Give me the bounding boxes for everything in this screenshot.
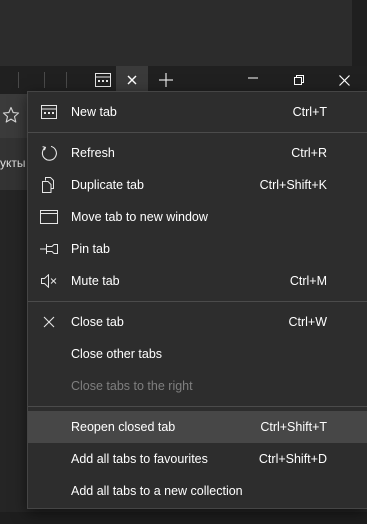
menu-item-close-other-tabs[interactable]: Close other tabs [28, 338, 367, 370]
tab-separator [44, 72, 45, 88]
restore-icon [294, 75, 304, 85]
refresh-icon [40, 144, 58, 162]
plus-icon [159, 73, 173, 87]
window-icon [40, 208, 58, 226]
window-close-button[interactable] [321, 66, 367, 94]
tab-actions-menu-button[interactable] [93, 70, 113, 90]
bottom-edge [0, 512, 367, 524]
menu-item-shortcut: Ctrl+Shift+T [260, 420, 327, 434]
pin-icon [40, 240, 58, 258]
menu-item-label: Close tabs to the right [71, 379, 193, 393]
window-edge [352, 0, 367, 66]
menu-item-label: Close other tabs [71, 347, 163, 361]
menu-item-label: Add all tabs to a new collection [71, 484, 243, 498]
star-icon [2, 106, 20, 124]
menu-item-shortcut: Ctrl+M [289, 274, 327, 288]
favourite-item-label[interactable]: укты [0, 156, 26, 170]
menu-item-close-tab[interactable]: Close tab Ctrl+W [28, 306, 367, 338]
menu-item-label: Refresh [71, 146, 115, 160]
menu-item-shortcut: Ctrl+W [288, 315, 327, 329]
menu-item-reopen-closed-tab[interactable]: Reopen closed tab Ctrl+Shift+T [28, 411, 367, 443]
menu-item-label: Reopen closed tab [71, 420, 176, 434]
menu-item-refresh[interactable]: Refresh Ctrl+R [28, 137, 367, 169]
menu-item-add-all-tabs-to-new-collection[interactable]: Add all tabs to a new collection [28, 475, 367, 507]
background-window [0, 0, 352, 66]
tab-context-menu: New tab Ctrl+T Refresh Ctrl+R Duplicate … [27, 91, 367, 509]
menu-item-shortcut: Ctrl+T [292, 105, 327, 119]
menu-item-pin-tab[interactable]: Pin tab [28, 233, 367, 265]
menu-item-label: Mute tab [71, 274, 120, 288]
menu-item-label: New tab [71, 105, 117, 119]
close-icon [40, 313, 58, 331]
menu-item-mute-tab[interactable]: Mute tab Ctrl+M [28, 265, 367, 297]
minimize-icon [248, 75, 258, 85]
favourite-button[interactable] [0, 104, 22, 126]
menu-item-label: Duplicate tab [71, 178, 144, 192]
new-tab-icon [40, 103, 58, 121]
menu-item-label: Add all tabs to favourites [71, 452, 208, 466]
tab-separator [18, 72, 19, 88]
menu-item-shortcut: Ctrl+Shift+K [259, 178, 327, 192]
menu-item-label: Pin tab [71, 242, 110, 256]
menu-item-duplicate-tab[interactable]: Duplicate tab Ctrl+Shift+K [28, 169, 367, 201]
menu-separator [28, 406, 367, 407]
menu-item-shortcut: Ctrl+R [291, 146, 327, 160]
close-window-icon [338, 74, 350, 86]
menu-item-shortcut: Ctrl+Shift+D [258, 452, 327, 466]
tab-actions-icon [95, 73, 111, 87]
duplicate-tab-icon [40, 176, 58, 194]
mute-icon [40, 272, 58, 290]
title-bar [0, 66, 367, 94]
menu-item-new-tab[interactable]: New tab Ctrl+T [28, 96, 367, 128]
menu-item-add-all-tabs-to-favourites[interactable]: Add all tabs to favourites Ctrl+Shift+D [28, 443, 367, 475]
minimize-button[interactable] [230, 66, 276, 94]
tab-separator [66, 72, 67, 88]
menu-item-move-tab-to-new-window[interactable]: Move tab to new window [28, 201, 367, 233]
close-tab-icon[interactable] [127, 75, 137, 85]
menu-item-label: Move tab to new window [71, 210, 208, 224]
menu-item-label: Close tab [71, 315, 124, 329]
active-tab[interactable] [116, 66, 148, 94]
new-tab-button[interactable] [154, 70, 178, 90]
restore-button[interactable] [276, 66, 322, 94]
menu-item-close-tabs-to-the-right: Close tabs to the right [28, 370, 367, 402]
menu-separator [28, 301, 367, 302]
menu-separator [28, 132, 367, 133]
